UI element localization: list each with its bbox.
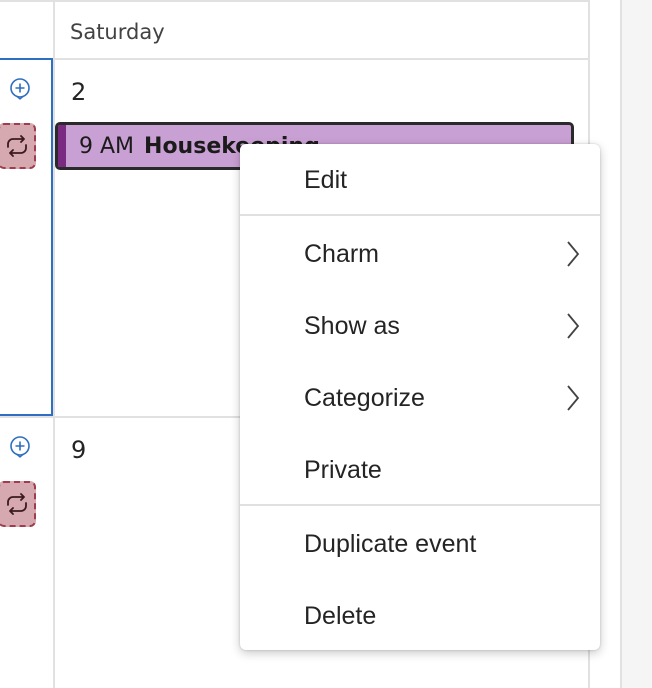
menu-item-show-as[interactable]: Show as (240, 294, 600, 358)
chevron-right-icon (567, 241, 580, 267)
menu-item-private[interactable]: Private (240, 438, 600, 502)
chevron-right-icon (567, 313, 580, 339)
recurring-icon (7, 493, 27, 515)
menu-item-edit[interactable]: Edit (240, 148, 600, 212)
chevron-right-icon (567, 385, 580, 411)
menu-item-label: Duplicate event (304, 529, 477, 558)
event-context-menu: Edit Charm Show as Categorize Private Du… (240, 144, 600, 650)
add-event-icon[interactable] (9, 78, 31, 100)
event-time: 9 AM (79, 133, 135, 159)
event-color-bar (58, 125, 66, 167)
menu-item-label: Show as (304, 311, 400, 340)
date-number[interactable]: 9 (71, 436, 86, 464)
recurring-icon (7, 135, 27, 157)
grid-line-left (53, 0, 55, 688)
menu-item-delete[interactable]: Delete (240, 584, 600, 648)
recurring-event-badge[interactable] (0, 123, 36, 169)
menu-item-label: Edit (304, 165, 348, 194)
menu-item-label: Categorize (304, 383, 425, 412)
recurring-event-badge[interactable] (0, 481, 36, 527)
menu-item-label: Private (304, 455, 382, 484)
grid-line-top (0, 0, 590, 2)
menu-item-label: Delete (304, 601, 377, 630)
menu-separator (240, 504, 600, 506)
menu-separator (240, 214, 600, 216)
date-number[interactable]: 2 (71, 78, 86, 106)
add-event-icon[interactable] (9, 436, 31, 458)
grid-line-header (0, 58, 590, 60)
menu-item-label: Charm (304, 239, 380, 268)
selected-day-cell[interactable] (0, 58, 53, 416)
menu-item-charm[interactable]: Charm (240, 222, 600, 286)
menu-item-categorize[interactable]: Categorize (240, 366, 600, 430)
side-panel-edge (620, 0, 652, 688)
day-header-saturday: Saturday (70, 20, 165, 44)
menu-item-duplicate-event[interactable]: Duplicate event (240, 512, 600, 576)
